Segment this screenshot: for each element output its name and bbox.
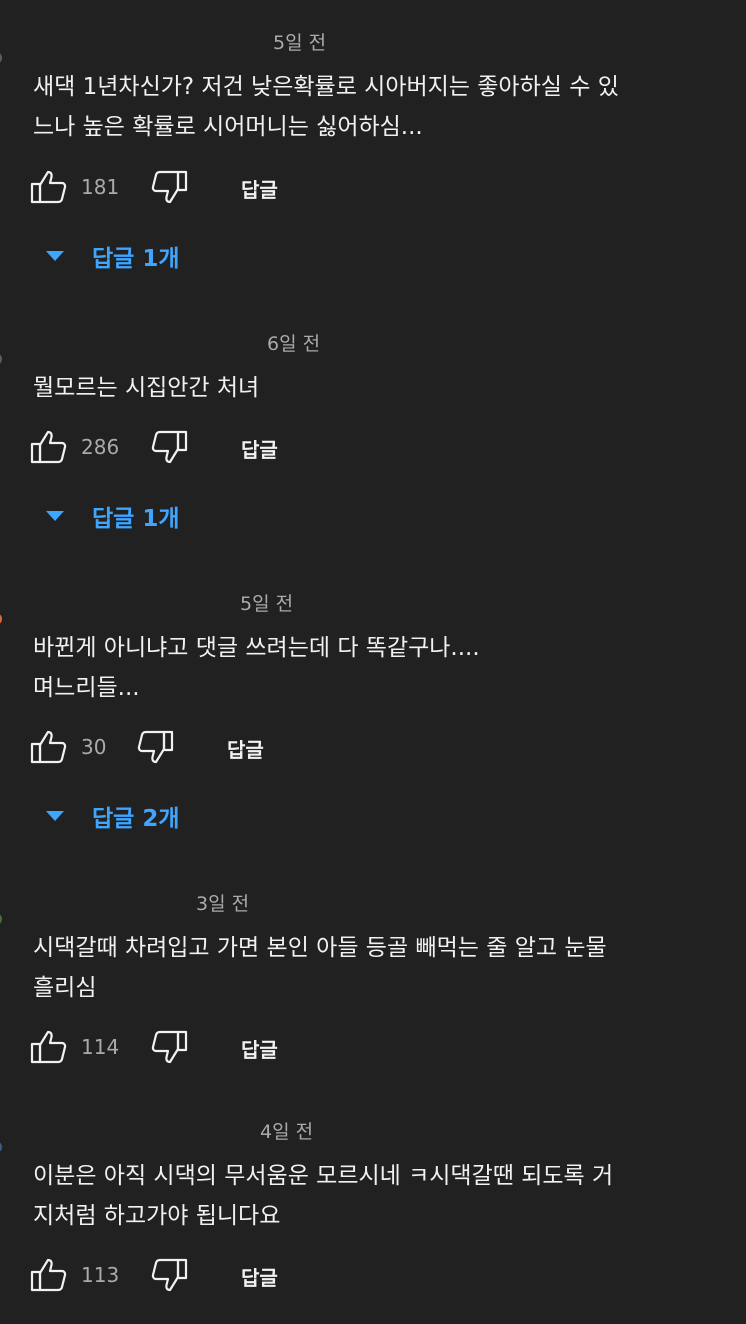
- like-count: 114: [81, 1035, 120, 1059]
- comment-actions: 30 답글: [0, 727, 746, 767]
- caret-down-icon: [46, 251, 64, 261]
- view-replies-button[interactable]: 답글 1개: [46, 498, 180, 534]
- like-count: 30: [81, 735, 107, 759]
- thumbs-up-icon: [30, 1030, 67, 1064]
- thumbs-down-icon: [151, 170, 188, 204]
- comment-text: 이분은 아직 시댁의 무서움운 모르시네 ㅋ시댁갈땐 되도록 거 지처럼 하고가…: [33, 1163, 614, 1229]
- caret-down-icon: [46, 811, 64, 821]
- dislike-button[interactable]: [150, 167, 190, 207]
- dislike-button[interactable]: [150, 1255, 190, 1295]
- thumbs-down-icon: [151, 1258, 188, 1292]
- comment-actions: 113 답글: [0, 1255, 746, 1295]
- like-button[interactable]: [28, 1255, 68, 1295]
- reply-button[interactable]: 답글: [227, 734, 264, 763]
- thumbs-up-icon: [30, 170, 67, 204]
- reply-button[interactable]: 답글: [241, 1034, 278, 1063]
- reply-button[interactable]: 답글: [241, 174, 278, 203]
- avatar[interactable]: [0, 613, 2, 625]
- like-count: 113: [81, 1263, 120, 1287]
- like-count: 181: [81, 175, 120, 199]
- comment-timestamp[interactable]: 5일 전: [240, 589, 293, 616]
- thumbs-down-icon: [137, 730, 174, 764]
- view-replies-label: 답글 1개: [92, 246, 180, 272]
- like-button[interactable]: [28, 727, 68, 767]
- comment-timestamp[interactable]: 3일 전: [196, 889, 249, 916]
- comment-actions: 286 답글: [0, 427, 746, 467]
- comment-actions: 114 답글: [0, 1027, 746, 1067]
- dislike-button[interactable]: [136, 727, 176, 767]
- view-replies-label: 답글 1개: [92, 506, 180, 532]
- reply-button[interactable]: 답글: [241, 434, 278, 463]
- comment-text: 뭘모르는 시집안간 처녀: [33, 375, 260, 401]
- comment-text: 새댁 1년차신가? 저건 낮은확률로 시아버지는 좋아하실 수 있 느나 높은 …: [33, 74, 619, 140]
- dislike-button[interactable]: [150, 427, 190, 467]
- avatar[interactable]: [0, 913, 2, 925]
- like-button[interactable]: [28, 427, 68, 467]
- comment-actions: 181 답글: [0, 167, 746, 207]
- comment-timestamp[interactable]: 5일 전: [273, 28, 326, 55]
- like-button[interactable]: [28, 167, 68, 207]
- thumbs-up-icon: [30, 430, 67, 464]
- dislike-button[interactable]: [150, 1027, 190, 1067]
- comment-timestamp[interactable]: 4일 전: [260, 1117, 313, 1144]
- like-count: 286: [81, 435, 120, 459]
- comment-text: 바뀐게 아니냐고 댓글 쓰려는데 다 똑같구나.... 며느리들...: [33, 635, 480, 701]
- thumbs-down-icon: [151, 430, 188, 464]
- thumbs-up-icon: [30, 1258, 67, 1292]
- avatar[interactable]: [0, 353, 2, 365]
- caret-down-icon: [46, 511, 64, 521]
- avatar[interactable]: [0, 52, 2, 64]
- comment-text: 시댁갈때 차려입고 가면 본인 아들 등골 빼먹는 줄 알고 눈물 흘리심: [33, 935, 607, 1001]
- reply-button[interactable]: 답글: [241, 1262, 278, 1291]
- view-replies-label: 답글 2개: [92, 806, 180, 832]
- thumbs-down-icon: [151, 1030, 188, 1064]
- like-button[interactable]: [28, 1027, 68, 1067]
- view-replies-button[interactable]: 답글 2개: [46, 798, 180, 834]
- thumbs-up-icon: [30, 730, 67, 764]
- view-replies-button[interactable]: 답글 1개: [46, 238, 180, 274]
- avatar[interactable]: [0, 1141, 2, 1153]
- comment-timestamp[interactable]: 6일 전: [267, 329, 320, 356]
